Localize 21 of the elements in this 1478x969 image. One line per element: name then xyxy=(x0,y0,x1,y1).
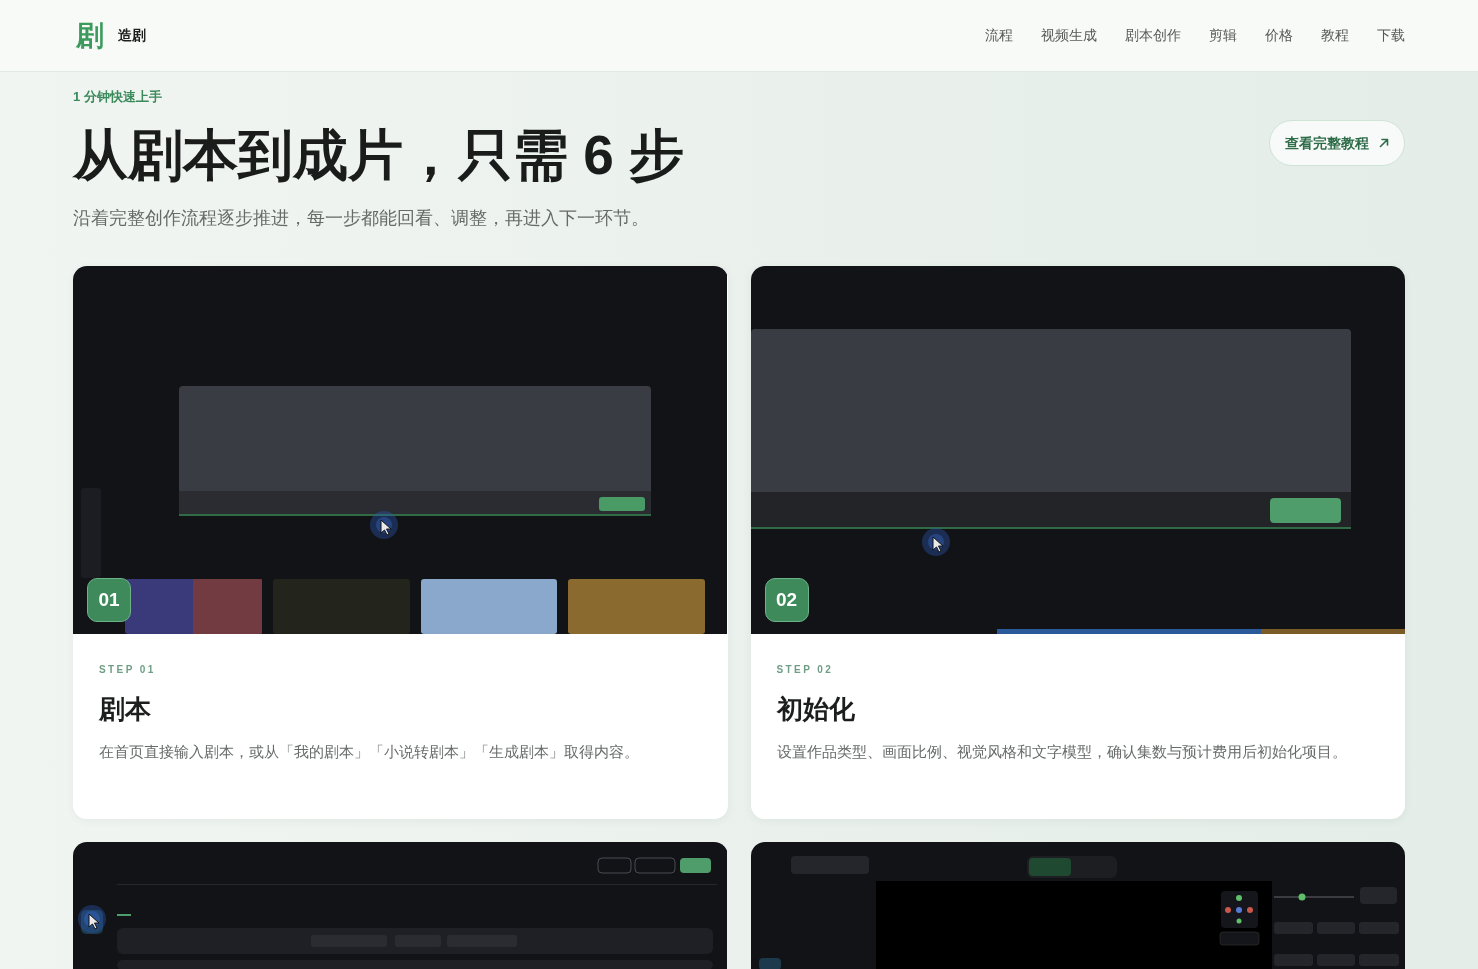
step-title: 剧本 xyxy=(99,693,151,726)
nav-link[interactable]: 视频生成 xyxy=(1041,25,1097,46)
step-label: STEP 01 xyxy=(99,663,156,677)
step-number-badge: 01 xyxy=(87,578,131,622)
page-heading: 从剧本到成片，只需 6 步 xyxy=(73,125,685,185)
brand-name[interactable]: 造剧 xyxy=(118,25,146,46)
nav-link[interactable]: 剪辑 xyxy=(1209,25,1237,46)
arrow-up-right-icon xyxy=(1379,138,1389,148)
step-title: 初始化 xyxy=(776,693,855,726)
step-description: 设置作品类型、画面比例、视觉风格和文字模型，确认集数与预计费用后初始化项目。 xyxy=(776,743,1347,762)
nav-link[interactable]: 价格 xyxy=(1265,25,1293,46)
eyebrow-text: 1 分钟快速上手 xyxy=(73,89,163,105)
step-description: 在首页直接输入剧本，或从「我的剧本」「小说转剧本」「生成剧本」取得内容。 xyxy=(99,743,639,762)
nav-link[interactable]: 剧本创作 xyxy=(1125,25,1181,46)
tutorial-button[interactable]: 查看完整教程 xyxy=(1269,120,1405,166)
page-subtitle: 沿着完整创作流程逐步推进，每一步都能回看、调整，再进入下一环节。 xyxy=(73,207,650,230)
nav-link[interactable]: 教程 xyxy=(1321,25,1349,46)
nav-link[interactable]: 流程 xyxy=(985,25,1013,46)
step-label: STEP 02 xyxy=(776,663,834,677)
nav-link[interactable]: 下载 xyxy=(1377,25,1405,46)
step-number-badge: 02 xyxy=(764,578,809,622)
